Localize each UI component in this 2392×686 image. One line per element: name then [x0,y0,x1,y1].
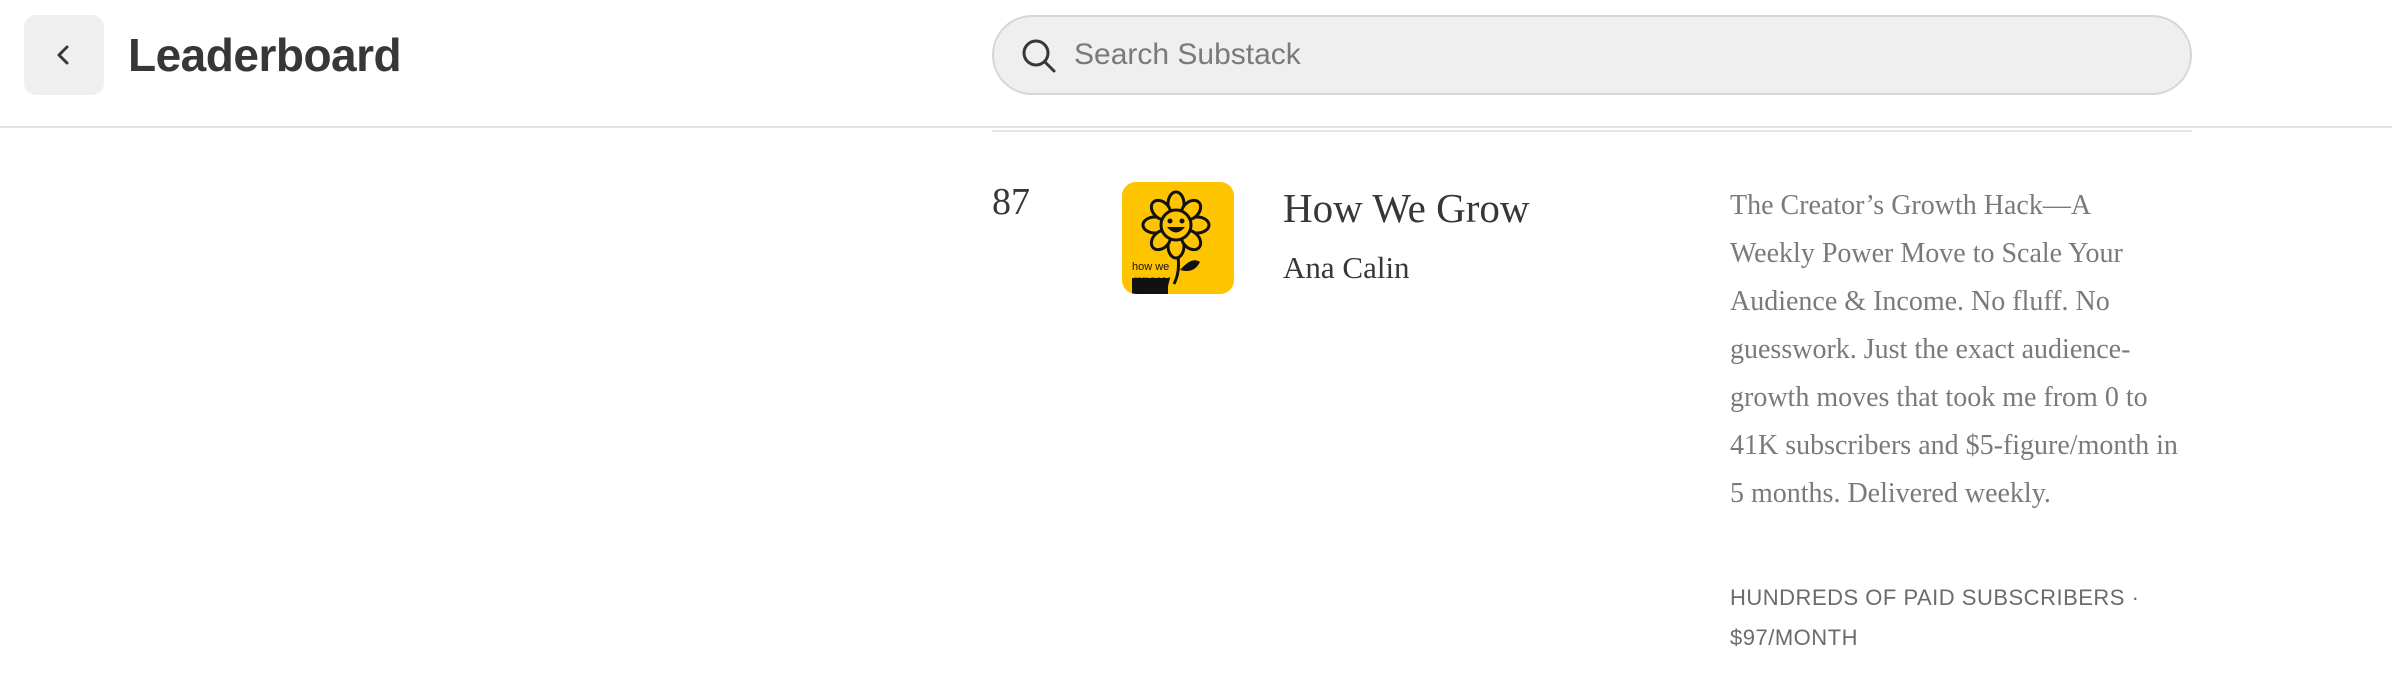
search-input[interactable] [1074,17,2164,93]
publication-meta: HUNDREDS OF PAID SUBSCRIBERS · $97/MONTH [1730,585,2140,650]
search-bar[interactable] [992,15,2192,95]
top-bar: Leaderboard [0,0,2392,128]
publication-logo[interactable]: how we grow [1122,182,1234,294]
chevron-left-icon [57,45,69,65]
logo-text-bottom: grow [1132,273,1171,290]
page-title: Leaderboard [128,29,402,81]
rank-number: 87 [992,181,1030,223]
logo-text-top: how we [1132,261,1169,273]
list-divider [992,130,2192,132]
publication-name[interactable]: How We Grow [1283,184,1529,232]
publication-author[interactable]: Ana Calin [1283,250,1410,286]
search-icon [1022,39,1056,73]
sunflower-logo-icon: how we grow [1122,182,1234,294]
publication-description: The Creator’s Growth Hack—A Weekly Power… [1730,190,2178,509]
back-button[interactable] [24,15,104,95]
